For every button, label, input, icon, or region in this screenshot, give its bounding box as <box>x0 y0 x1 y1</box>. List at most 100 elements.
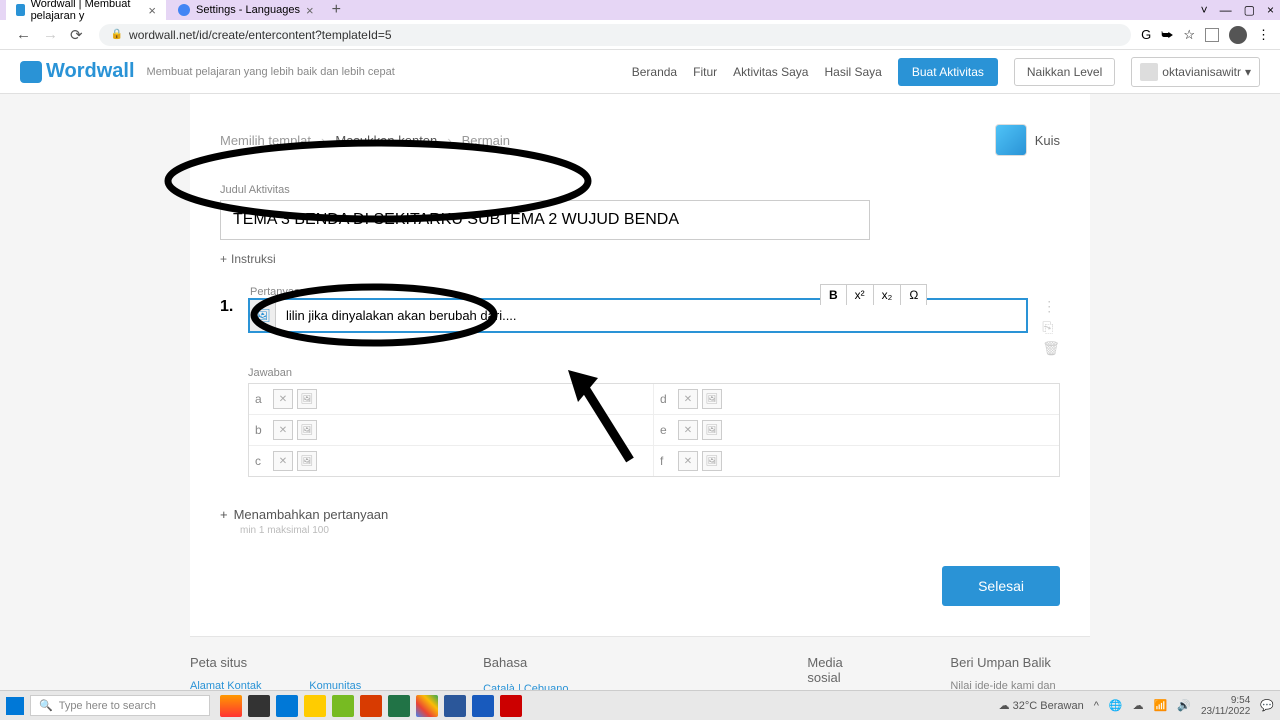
url-bar: ← → ⟳ 🔒 wordwall.net/id/create/entercont… <box>0 20 1280 50</box>
buat-aktivitas-button[interactable]: Buat Aktivitas <box>898 58 998 86</box>
image-icon[interactable]: 🖼 <box>702 420 722 440</box>
add-image-button[interactable]: 🖼 <box>250 300 276 331</box>
footer-heading-language: Bahasa <box>483 655 727 670</box>
taskbar-app-icon[interactable] <box>248 695 270 717</box>
answer-a[interactable]: a✕🖼 <box>249 384 654 415</box>
content-card: Memilih templat › Masukkan konten › Berm… <box>190 94 1090 636</box>
tray-chevron-icon[interactable]: ^ <box>1094 700 1099 712</box>
address-bar[interactable]: 🔒 wordwall.net/id/create/entercontent?te… <box>99 24 1132 46</box>
image-icon: 🖼 <box>254 308 271 324</box>
site-footer: Peta situs Alamat Kontak Bahasa dan Loka… <box>190 636 1090 698</box>
notifications-icon[interactable]: 💬 <box>1260 699 1274 712</box>
site-header: Wordwall Membuat pelajaran yang lebih ba… <box>0 50 1280 94</box>
copy-icon[interactable]: ⎘ <box>1042 319 1060 336</box>
nav-hasil[interactable]: Hasil Saya <box>824 65 881 79</box>
new-tab-button[interactable]: + <box>326 1 347 19</box>
mark-correct-icon[interactable]: ✕ <box>678 389 698 409</box>
weather-widget[interactable]: ☁ 32°C Berawan <box>999 699 1084 712</box>
tab-title: Settings - Languages <box>196 4 300 16</box>
breadcrumb: Memilih templat › Masukkan konten › Berm… <box>220 124 1060 156</box>
taskbar-app-icon[interactable] <box>276 695 298 717</box>
wordwall-logo[interactable]: Wordwall <box>20 60 135 83</box>
chevron-down-icon[interactable]: ˅ <box>1201 3 1208 17</box>
extensions-icon[interactable] <box>1205 28 1219 42</box>
taskbar-app-icon[interactable] <box>500 695 522 717</box>
lock-icon: 🔒 <box>111 29 123 40</box>
taskbar-app-icon[interactable] <box>304 695 326 717</box>
windows-search[interactable]: 🔍 Type here to search <box>30 695 210 716</box>
answer-b[interactable]: b✕🖼 <box>249 415 654 446</box>
step-3: Bermain <box>462 133 510 148</box>
browser-tab-2[interactable]: Settings - Languages × <box>168 0 324 21</box>
step-2: Masukkan konten <box>335 133 437 148</box>
image-icon[interactable]: 🖼 <box>297 389 317 409</box>
bookmark-icon[interactable]: ☆ <box>1183 27 1195 43</box>
step-1[interactable]: Memilih templat <box>220 133 311 148</box>
wordwall-favicon <box>16 4 25 16</box>
subscript-button[interactable]: x₂ <box>874 285 902 305</box>
translate-icon[interactable]: G <box>1141 27 1151 42</box>
superscript-button[interactable]: x² <box>847 285 874 305</box>
taskbar-app-icon[interactable] <box>388 695 410 717</box>
taskbar-app-icon[interactable] <box>220 695 242 717</box>
mark-correct-icon[interactable]: ✕ <box>678 420 698 440</box>
image-icon[interactable]: 🖼 <box>702 451 722 471</box>
activity-title-input[interactable] <box>220 200 870 240</box>
chevron-right-icon: › <box>321 133 325 148</box>
more-icon[interactable]: ⋮ <box>1042 298 1060 315</box>
tray-wifi-icon[interactable]: 📶 <box>1154 699 1168 712</box>
template-name: Kuis <box>1035 133 1060 148</box>
add-instruction-button[interactable]: + Instruksi <box>220 252 1060 266</box>
image-icon[interactable]: 🖼 <box>297 420 317 440</box>
image-icon[interactable]: 🖼 <box>297 451 317 471</box>
done-button[interactable]: Selesai <box>942 566 1060 606</box>
mark-correct-icon[interactable]: ✕ <box>273 451 293 471</box>
tray-globe-icon[interactable]: 🌐 <box>1109 699 1123 712</box>
tab-title: Wordwall | Membuat pelajaran y <box>31 0 143 22</box>
answer-e[interactable]: e✕🖼 <box>654 415 1059 446</box>
nav-beranda[interactable]: Beranda <box>632 65 677 79</box>
back-icon[interactable]: ← <box>10 26 37 43</box>
start-button[interactable] <box>6 697 24 715</box>
url-text: wordwall.net/id/create/entercontent?temp… <box>129 28 392 42</box>
answers-label: Jawaban <box>248 367 1060 379</box>
close-icon[interactable]: × <box>148 3 156 18</box>
close-icon[interactable]: × <box>306 3 314 18</box>
profile-avatar[interactable] <box>1229 26 1247 44</box>
share-icon[interactable]: ⮩ <box>1161 27 1173 43</box>
naikkan-level-button[interactable]: Naikkan Level <box>1014 58 1115 86</box>
mark-correct-icon[interactable]: ✕ <box>273 420 293 440</box>
answer-c[interactable]: c✕🖼 <box>249 446 654 476</box>
answer-d[interactable]: d✕🖼 <box>654 384 1059 415</box>
answer-f[interactable]: f✕🖼 <box>654 446 1059 476</box>
add-question-button[interactable]: + Menambahkan pertanyaan <box>220 507 1060 522</box>
nav-aktivitas[interactable]: Aktivitas Saya <box>733 65 808 79</box>
nav-fitur[interactable]: Fitur <box>693 65 717 79</box>
taskbar-app-icon[interactable] <box>332 695 354 717</box>
delete-icon[interactable]: 🗑 <box>1042 340 1060 357</box>
system-clock[interactable]: 9:54 23/11/2022 <box>1201 695 1250 717</box>
user-menu[interactable]: oktavianisawitr ▾ <box>1131 57 1260 87</box>
close-window-icon[interactable]: × <box>1267 3 1274 17</box>
taskbar-app-icon[interactable] <box>416 695 438 717</box>
mark-correct-icon[interactable]: ✕ <box>678 451 698 471</box>
menu-icon[interactable]: ⋮ <box>1257 27 1270 43</box>
tray-onedrive-icon[interactable]: ☁ <box>1133 699 1144 712</box>
image-icon[interactable]: 🖼 <box>702 389 722 409</box>
logo-text: Wordwall <box>46 60 135 83</box>
tagline: Membuat pelajaran yang lebih baik dan le… <box>147 66 395 78</box>
reload-icon[interactable]: ⟳ <box>64 26 89 44</box>
forward-icon[interactable]: → <box>37 26 64 43</box>
taskbar-app-icon[interactable] <box>472 695 494 717</box>
title-label: Judul Aktivitas <box>220 184 1060 196</box>
tray-volume-icon[interactable]: 🔊 <box>1177 699 1191 712</box>
maximize-icon[interactable]: ▢ <box>1244 3 1255 17</box>
symbol-button[interactable]: Ω <box>901 285 926 305</box>
windows-taskbar: 🔍 Type here to search ☁ 32°C Berawan ^ 🌐… <box>0 690 1280 720</box>
mark-correct-icon[interactable]: ✕ <box>273 389 293 409</box>
taskbar-app-icon[interactable] <box>360 695 382 717</box>
taskbar-app-icon[interactable] <box>444 695 466 717</box>
minimize-icon[interactable]: — <box>1220 3 1232 17</box>
browser-tab-active[interactable]: Wordwall | Membuat pelajaran y × <box>6 0 166 25</box>
bold-button[interactable]: B <box>821 285 847 305</box>
